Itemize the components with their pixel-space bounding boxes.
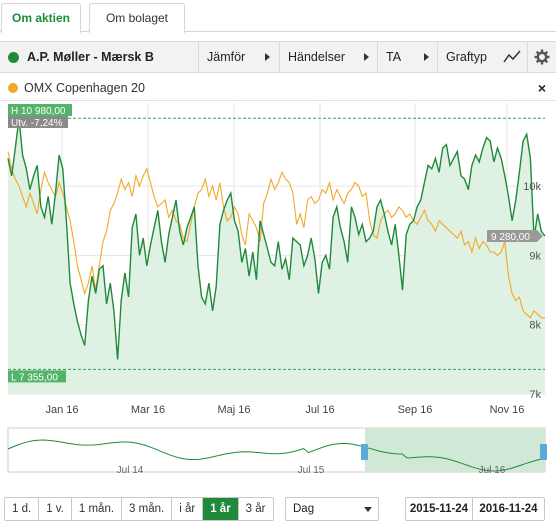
high-label: H 10 980,00 <box>11 106 66 117</box>
x-tick-label: Maj 16 <box>217 404 250 416</box>
low-label: L 7 355,00 <box>11 372 58 383</box>
x-tick-label: Sep 16 <box>398 404 433 416</box>
range-button[interactable]: i år <box>172 498 204 520</box>
arrow-right-icon <box>424 53 429 61</box>
y-tick-label: 10k <box>523 181 541 193</box>
navigator-tick-label: Jul 16 <box>479 465 506 476</box>
line-chart-icon <box>503 50 521 63</box>
events-menu[interactable]: Händelser <box>279 42 377 72</box>
change-label: Utv. -7,24% <box>11 118 63 129</box>
date-to-input[interactable]: 2016-11-24 <box>473 497 545 521</box>
chevron-down-icon <box>364 507 372 512</box>
tab-bar: Om aktien Om bolaget <box>0 0 556 33</box>
navigator-tick-label: Jul 14 <box>117 465 144 476</box>
x-tick-label: Jan 16 <box>45 404 78 416</box>
range-button[interactable]: 3 mån. <box>122 498 173 520</box>
interval-select[interactable]: Dag <box>285 497 379 521</box>
range-selector: 1 d. 1 v. 1 mån. 3 mån. i år 1 år 3 år <box>4 497 274 521</box>
range-button[interactable]: 1 år <box>203 498 239 520</box>
stock-color-dot <box>8 52 19 63</box>
y-tick-label: 8k <box>529 320 541 332</box>
chart-type-menu[interactable]: Graftyp <box>437 42 527 72</box>
arrow-right-icon <box>265 53 270 61</box>
index-series-name: OMX Copenhagen 20 <box>24 81 145 95</box>
gear-icon <box>534 49 550 65</box>
x-tick-label: Mar 16 <box>131 404 165 416</box>
close-icon[interactable]: × <box>538 75 546 101</box>
comparison-legend: OMX Copenhagen 20 × <box>0 75 556 101</box>
tab-om-bolaget[interactable]: Om bolaget <box>89 3 185 33</box>
compare-label: Jämför <box>207 50 246 64</box>
x-tick-label: Nov 16 <box>490 404 525 416</box>
tab-om-aktien[interactable]: Om aktien <box>1 3 81 33</box>
navigator-handle-left <box>361 444 368 460</box>
y-tick-label: 7k <box>529 389 541 401</box>
chart-type-label: Graftyp <box>446 50 487 64</box>
compare-menu[interactable]: Jämför <box>198 42 278 72</box>
interval-value: Dag <box>293 503 315 515</box>
date-from-input[interactable]: 2015-11-24 <box>405 497 473 521</box>
arrow-right-icon <box>364 53 369 61</box>
range-button[interactable]: 3 år <box>238 498 273 520</box>
chart-controls: 1 d. 1 v. 1 mån. 3 mån. i år 1 år 3 år Dag 201… <box>0 497 556 521</box>
x-tick-label: Jul 16 <box>305 404 334 416</box>
settings-button[interactable] <box>527 42 556 72</box>
chart-toolbar: A.P. Møller - Mærsk B Jämför Händelser T… <box>0 41 556 73</box>
ta-label: TA <box>386 50 402 64</box>
range-button[interactable]: 1 mån. <box>71 498 123 520</box>
navigator-tick-label: Jul 15 <box>298 465 325 476</box>
index-color-dot <box>8 83 18 93</box>
range-button[interactable]: 1 v. <box>39 498 72 520</box>
last-price-label: 9 280,00 <box>491 232 530 243</box>
y-tick-label: 9k <box>529 250 541 262</box>
price-chart[interactable]: 10k 9k 8k 7k Jan 16 Mar 16 Maj 16 Jul 16 Sep 16 N… <box>0 101 556 495</box>
ta-menu[interactable]: TA <box>377 42 437 72</box>
events-label: Händelser <box>288 50 345 64</box>
navigator-selection <box>365 428 545 472</box>
stock-name: A.P. Møller - Mærsk B <box>27 50 154 64</box>
navigator-handle-right <box>540 444 547 460</box>
range-button[interactable]: 1 d. <box>5 498 40 520</box>
